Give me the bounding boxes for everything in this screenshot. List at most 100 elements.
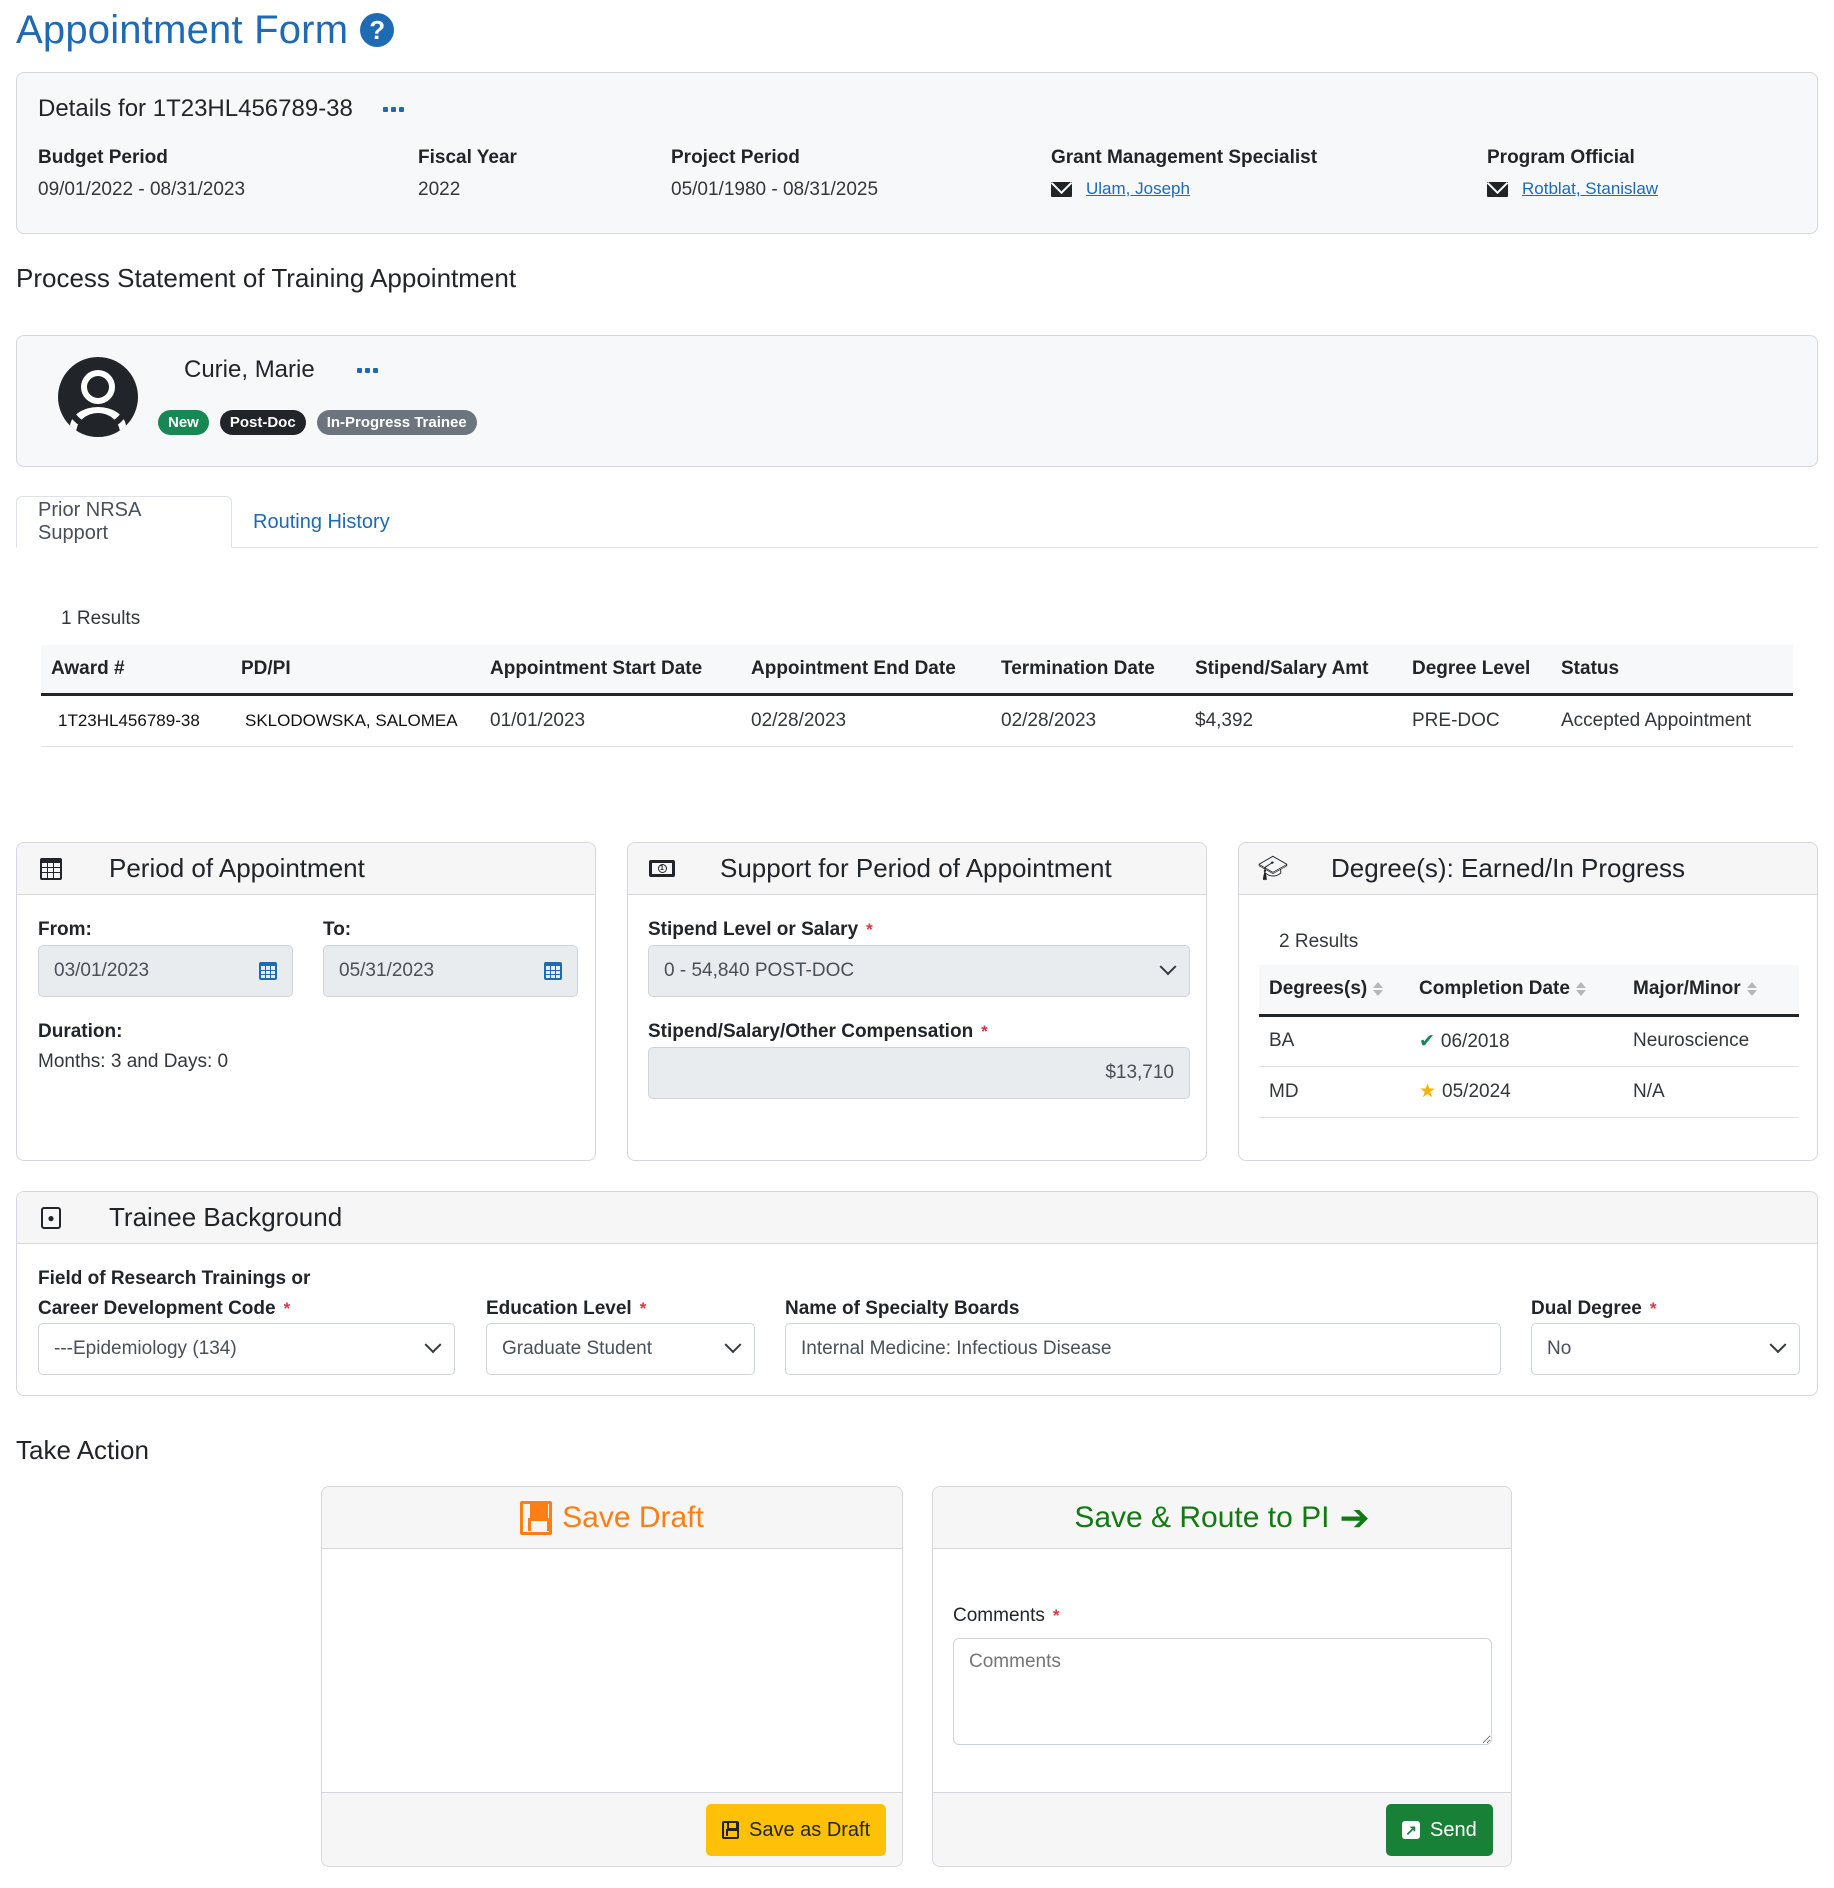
program-official: Program Official Rotblat, Stanislaw — [1487, 147, 1658, 199]
question-circle-icon[interactable]: ? — [360, 13, 395, 47]
col-major-minor-label: Major/Minor — [1633, 978, 1741, 1000]
table-row: BA ✔ 06/2018 Neuroscience — [1259, 1015, 1799, 1067]
education-level-label: Education Level * — [486, 1298, 646, 1320]
col-major-minor[interactable]: Major/Minor — [1623, 965, 1799, 1017]
specialty-boards-value: Internal Medicine: Infectious Disease — [801, 1338, 1112, 1359]
from-date-value: 03/01/2023 — [54, 960, 150, 981]
chevron-down-icon — [424, 1336, 442, 1354]
fiscal-year: Fiscal Year 2022 — [418, 147, 517, 201]
duration-value: Months: 3 and Days: 0 — [38, 1051, 229, 1072]
col-degrees[interactable]: Degrees(s) — [1259, 965, 1409, 1017]
save-draft-card: Save Draft Save as Draft — [321, 1486, 903, 1867]
grant-management-specialist: Grant Management Specialist Ulam, Joseph — [1051, 147, 1317, 199]
sort-icon[interactable] — [1373, 981, 1384, 997]
table-header-row: Award # PD/PI Appointment Start Date App… — [41, 645, 1793, 696]
sort-icon[interactable] — [1746, 981, 1757, 997]
cell-degree: MD — [1259, 1066, 1409, 1118]
save-as-draft-label: Save as Draft — [749, 1818, 871, 1841]
calendar-icon[interactable] — [259, 962, 277, 980]
calendar-icon[interactable] — [544, 962, 562, 980]
col-award[interactable]: Award # — [41, 645, 231, 696]
stipend-level-select[interactable]: 0 - 54,840 POST-DOC — [648, 945, 1190, 997]
sort-icon[interactable] — [1575, 981, 1586, 997]
grant-number: 1T23HL456789-38 — [152, 95, 353, 122]
compensation-label-text: Stipend/Salary/Other Compensation — [648, 1021, 974, 1042]
project-period: Project Period 05/01/1980 - 08/31/2025 — [671, 147, 878, 201]
trainee-background-card: ● Trainee Background Field of Research T… — [16, 1191, 1818, 1396]
cell-completion-date: ✔ 06/2018 — [1409, 1015, 1623, 1067]
details-title-prefix: Details for — [38, 95, 147, 122]
save-as-draft-button[interactable]: Save as Draft — [706, 1804, 887, 1856]
project-period-label: Project Period — [671, 147, 800, 168]
send-label: Send — [1430, 1818, 1477, 1841]
completion-date-value: 06/2018 — [1440, 1030, 1510, 1052]
comments-label-text: Comments — [953, 1605, 1045, 1626]
col-stipend[interactable]: Stipend/Salary Amt — [1185, 645, 1402, 696]
check-icon: ✔ — [1419, 1030, 1435, 1052]
envelope-icon[interactable] — [1487, 181, 1508, 197]
tab-prior-nrsa-support[interactable]: Prior NRSA Support — [16, 496, 232, 548]
col-status[interactable]: Status — [1551, 645, 1793, 696]
badge-new: New — [158, 410, 209, 435]
dual-degree-label-text: Dual Degree — [1531, 1298, 1642, 1319]
grant-details-card: Details for 1T23HL456789-38 Budget Perio… — [16, 72, 1818, 234]
trainee-card: Curie, Marie New Post-Doc In-Progress Tr… — [16, 335, 1818, 467]
from-date-input[interactable]: 03/01/2023 — [38, 945, 293, 997]
floppy-disk-icon — [520, 1500, 553, 1535]
comments-textarea[interactable] — [953, 1638, 1492, 1745]
external-link-icon: ↗ — [1402, 1821, 1420, 1839]
specialty-boards-input[interactable]: Internal Medicine: Infectious Disease — [785, 1323, 1501, 1375]
col-pd-pi[interactable]: PD/PI — [231, 645, 480, 696]
graduation-cap-icon: 🎓︎ — [1257, 855, 1289, 882]
field-code-select[interactable]: ---Epidemiology (134) — [38, 1323, 455, 1375]
trainee-badges: New Post-Doc In-Progress Trainee — [158, 410, 477, 435]
envelope-icon[interactable] — [1051, 181, 1072, 197]
stipend-level-label: Stipend Level or Salary * — [648, 919, 873, 941]
ellipsis-icon[interactable] — [356, 367, 378, 373]
trainee-name: Curie, Marie — [184, 356, 378, 384]
comments-label: Comments * — [953, 1605, 1059, 1627]
program-official-link[interactable]: Rotblat, Stanislaw — [1522, 179, 1658, 199]
col-degree-level[interactable]: Degree Level — [1402, 645, 1551, 696]
duration-label: Duration: — [38, 1021, 123, 1042]
budget-period-label: Budget Period — [38, 147, 168, 168]
trainee-name-text: Curie, Marie — [184, 356, 315, 383]
take-action-heading: Take Action — [16, 1435, 149, 1465]
required-mark: * — [639, 1299, 647, 1318]
col-termination-date[interactable]: Termination Date — [991, 645, 1185, 696]
col-end-date[interactable]: Appointment End Date — [741, 645, 991, 696]
period-card-header: Period of Appointment — [17, 843, 595, 895]
send-button[interactable]: ↗ Send — [1386, 1804, 1493, 1856]
specialty-boards-label: Name of Specialty Boards — [785, 1298, 1020, 1319]
col-start-date[interactable]: Appointment Start Date — [480, 645, 741, 696]
from-label: From: — [38, 919, 92, 940]
ellipsis-icon[interactable] — [382, 106, 404, 112]
compensation-input[interactable]: $13,710 — [648, 1047, 1190, 1099]
field-code-label: Career Development Code * — [38, 1298, 290, 1320]
dual-degree-label: Dual Degree * — [1531, 1298, 1657, 1320]
fiscal-year-value: 2022 — [418, 179, 461, 200]
to-date-input[interactable]: 05/31/2023 — [323, 945, 578, 997]
dual-degree-select[interactable]: No — [1531, 1323, 1800, 1375]
budget-period: Budget Period 09/01/2022 - 08/31/2023 — [38, 147, 245, 201]
cell-major: Neuroscience — [1623, 1015, 1799, 1067]
save-draft-header: Save Draft — [322, 1487, 902, 1549]
page-title-text: Appointment Form — [16, 7, 349, 52]
cell-degree: BA — [1259, 1015, 1409, 1067]
tab-routing-history[interactable]: Routing History — [232, 496, 411, 548]
chevron-down-icon — [1769, 1336, 1787, 1354]
tab-bar: Prior NRSA Support Routing History — [16, 496, 1818, 548]
col-completion-date[interactable]: Completion Date — [1409, 965, 1623, 1017]
education-level-select[interactable]: Graduate Student — [486, 1323, 755, 1375]
cell-stipend: $4,392 — [1185, 694, 1402, 747]
cell-degree-level: PRE-DOC — [1402, 694, 1551, 747]
support-card: 1 Support for Period of Appointment Stip… — [627, 842, 1207, 1161]
support-card-title: Support for Period of Appointment — [720, 853, 1112, 883]
page-title: Appointment Form ? — [16, 2, 395, 58]
badge-post-doc: Post-Doc — [219, 410, 306, 435]
degrees-card-title: Degree(s): Earned/In Progress — [1331, 853, 1686, 883]
project-period-value: 05/01/1980 - 08/31/2025 — [671, 179, 879, 200]
calendar-icon — [40, 857, 62, 880]
table-row: MD ★ 05/2024 N/A — [1259, 1066, 1799, 1118]
gms-link[interactable]: Ulam, Joseph — [1086, 179, 1190, 199]
